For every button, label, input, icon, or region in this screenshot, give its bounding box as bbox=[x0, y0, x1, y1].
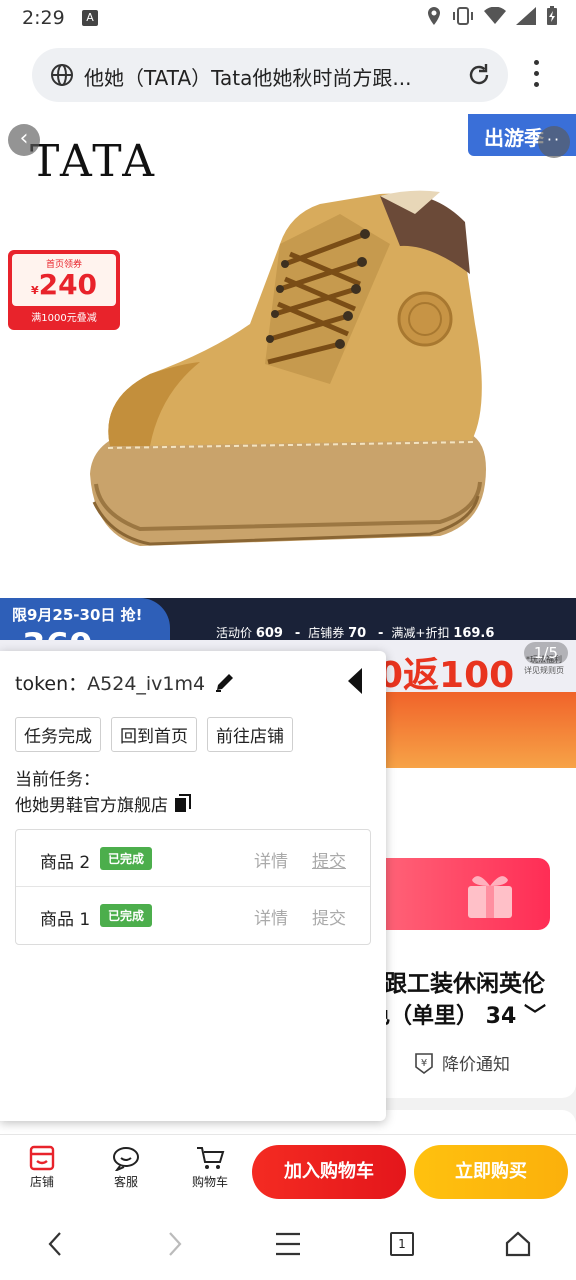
token-row: token：A524_iv1m4 bbox=[15, 669, 205, 696]
gift-banner[interactable] bbox=[360, 858, 550, 930]
back-icon[interactable]: ‹ bbox=[8, 124, 40, 156]
image-page-indicator: 1/5 bbox=[523, 642, 568, 664]
globe-icon bbox=[51, 64, 73, 86]
cart-tab[interactable]: 购物车 bbox=[180, 1143, 240, 1190]
brand-logo: TATA bbox=[30, 136, 158, 187]
nav-back-icon[interactable] bbox=[44, 1230, 68, 1258]
task-complete-button[interactable]: 任务完成 bbox=[15, 717, 101, 752]
browser-menu-icon[interactable] bbox=[528, 60, 544, 90]
task-submit-link[interactable]: 提交 bbox=[312, 904, 346, 929]
shop-name: 他她男鞋官方旗舰店 bbox=[15, 796, 168, 816]
token-label: token： bbox=[15, 673, 88, 695]
status-bar: 2:29 A bbox=[0, 0, 576, 36]
status-badge: 已完成 bbox=[100, 847, 153, 870]
product-title-line2: 色（单里） 34 ﹀ bbox=[368, 1004, 546, 1029]
address-bar[interactable]: 他她（TATA）Tata他她秋时尚方跟... bbox=[32, 48, 508, 102]
task-submit-link[interactable]: 提交 bbox=[312, 847, 346, 872]
page-title-url[interactable]: 他她（TATA）Tata他她秋时尚方跟... bbox=[84, 62, 456, 91]
back-home-button[interactable]: 回到首页 bbox=[111, 717, 197, 752]
buy-now-button[interactable]: 立即购买 bbox=[414, 1145, 568, 1199]
go-to-store-button[interactable]: 前往店铺 bbox=[207, 717, 293, 752]
vibrate-icon bbox=[453, 7, 473, 25]
status-badge: 已完成 bbox=[100, 904, 153, 927]
svg-text:¥: ¥ bbox=[421, 1058, 427, 1069]
product-image[interactable]: TATA ‹ 出游季 ·· 首页领券 ¥240 满1000元叠减 bbox=[0, 114, 576, 624]
task-panel: token：A524_iv1m4 任务完成 回到首页 前往店铺 当前任务： 他她… bbox=[0, 651, 386, 1121]
reload-icon[interactable] bbox=[466, 62, 492, 88]
product-title-line1: 跟工装休闲英伦 bbox=[384, 971, 545, 997]
task-row: 商品 2 已完成 详情 提交 bbox=[16, 830, 370, 887]
token-value: A524_iv1m4 bbox=[87, 673, 206, 695]
shop-tab-label: 店铺 bbox=[29, 1175, 54, 1189]
shop-tab[interactable]: 店铺 bbox=[12, 1143, 72, 1190]
status-time: 2:29 bbox=[22, 7, 65, 29]
more-icon[interactable]: ·· bbox=[538, 126, 570, 158]
cart-tab-label: 购物车 bbox=[191, 1175, 228, 1189]
task-name: 商品 2 bbox=[40, 853, 91, 873]
add-to-cart-button[interactable]: 加入购物车 bbox=[252, 1145, 406, 1199]
promo-date: 限9月25-30日 抢! bbox=[12, 606, 143, 624]
gift-icon bbox=[468, 876, 512, 918]
browser-toolbar: 他她（TATA）Tata他她秋时尚方跟... bbox=[0, 36, 576, 114]
customer-service-icon bbox=[113, 1147, 139, 1171]
location-icon bbox=[428, 7, 440, 25]
service-tab-label: 客服 bbox=[113, 1175, 138, 1189]
service-tab[interactable]: 客服 bbox=[96, 1143, 156, 1190]
boot-image bbox=[90, 190, 486, 546]
panel-actions: 任务完成 回到首页 前往店铺 bbox=[15, 717, 293, 752]
system-navigation-bar: 1 bbox=[0, 1208, 576, 1280]
edit-icon[interactable] bbox=[214, 671, 236, 693]
current-task-label: 当前任务： bbox=[15, 770, 100, 790]
sale-banner-text: 0返100 bbox=[378, 655, 515, 696]
current-shop: 他她男鞋官方旗舰店 bbox=[15, 791, 192, 816]
bottom-action-bar: 店铺 客服 购物车 加入购物车 立即购买 bbox=[0, 1134, 576, 1208]
task-row: 商品 1 已完成 详情 提交 bbox=[16, 887, 370, 944]
cart-icon bbox=[197, 1147, 225, 1169]
battery-icon bbox=[547, 6, 557, 25]
price-notify-button[interactable]: ¥ 降价通知 bbox=[412, 1050, 510, 1075]
signal-icon bbox=[516, 7, 536, 25]
copy-icon[interactable] bbox=[174, 793, 192, 814]
promo-breakdown: 活动价 609 - 店铺券 70 - 满减+折扣 169.6 bbox=[216, 626, 495, 641]
nav-tabs-icon[interactable]: 1 bbox=[390, 1232, 414, 1256]
shop-icon bbox=[29, 1145, 55, 1171]
task-detail-link[interactable]: 详情 bbox=[254, 904, 288, 929]
task-name: 商品 1 bbox=[40, 910, 91, 930]
wifi-icon bbox=[484, 7, 506, 24]
price-tag-icon: ¥ bbox=[415, 1052, 433, 1074]
nav-home-icon[interactable] bbox=[504, 1230, 532, 1258]
status-icons bbox=[426, 6, 558, 26]
task-list: 商品 2 已完成 详情 提交 商品 1 已完成 详情 提交 bbox=[15, 829, 371, 945]
notification-a-icon: A bbox=[82, 10, 98, 26]
nav-forward-icon[interactable] bbox=[162, 1230, 186, 1258]
collapse-panel-icon[interactable] bbox=[348, 668, 362, 694]
task-detail-link[interactable]: 详情 bbox=[254, 847, 288, 872]
nav-menu-icon[interactable] bbox=[274, 1230, 302, 1258]
